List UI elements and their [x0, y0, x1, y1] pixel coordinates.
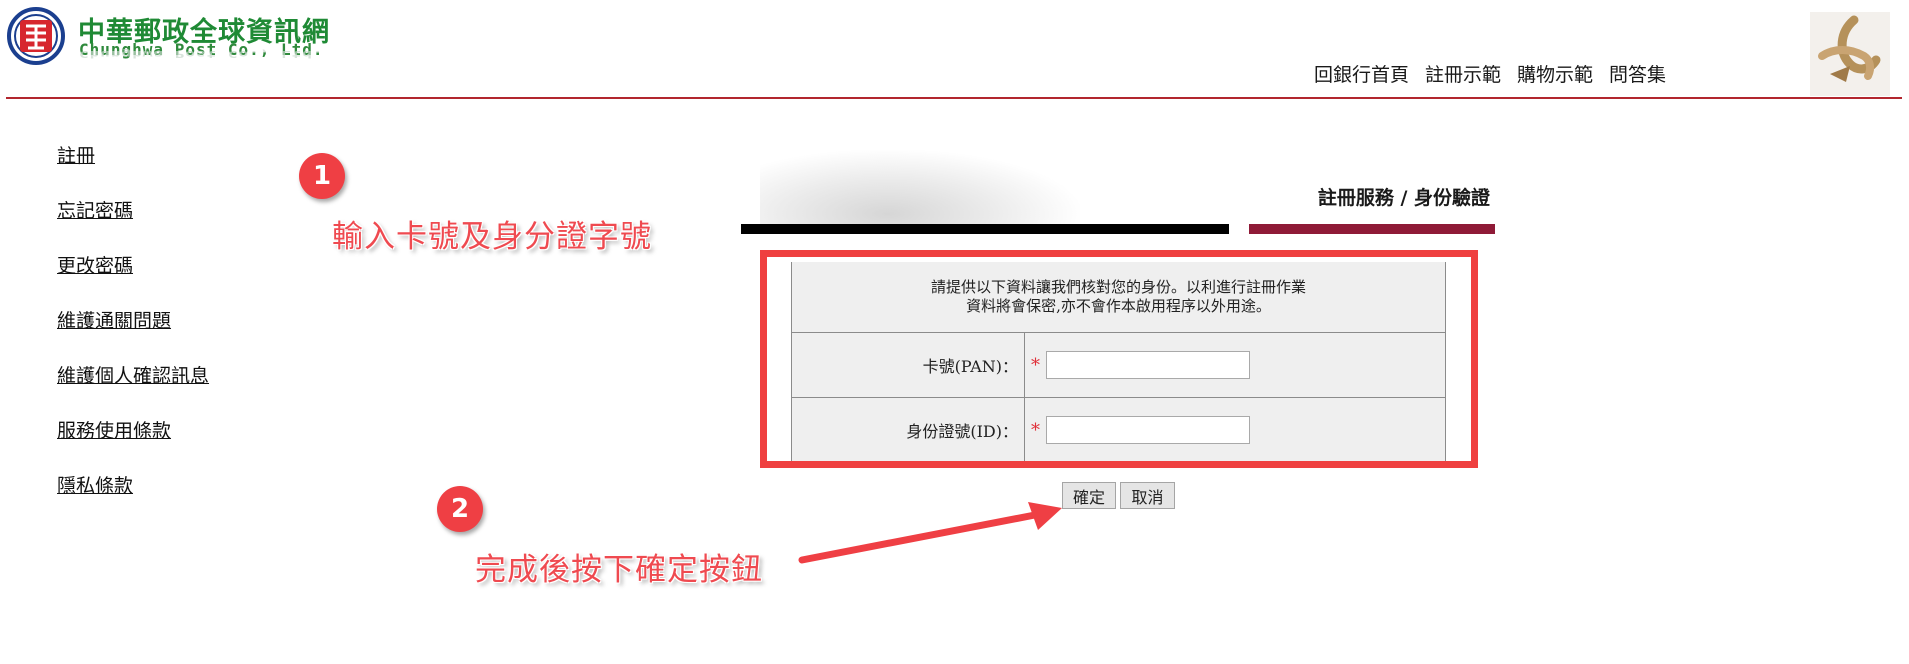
page-title: 註冊服務 / 身份驗證: [1317, 187, 1490, 209]
nav-faq[interactable]: 問答集: [1609, 60, 1666, 87]
sidebar-item-privacy-policy[interactable]: 隱私條款: [57, 471, 209, 526]
step-2-badge: 2: [437, 486, 483, 532]
step-2-instruction: 完成後按下確定按鈕: [475, 552, 763, 588]
title-bar-red: [1249, 224, 1495, 234]
top-navigation: 回銀行首頁 註冊示範 購物示範 問答集: [1314, 60, 1666, 87]
sidebar-item-personal-message[interactable]: 維護個人確認訊息: [57, 361, 209, 416]
pointer-arrow-icon: [798, 502, 1062, 564]
nav-register-demo[interactable]: 註冊示範: [1425, 60, 1501, 87]
step-1-instruction: 輸入卡號及身分證字號: [332, 219, 652, 255]
nav-bank-home[interactable]: 回銀行首頁: [1314, 60, 1409, 87]
form-highlight-box: [760, 250, 1478, 468]
sidebar-item-security-question[interactable]: 維護通關問題: [57, 306, 209, 361]
site-logo[interactable]: 中華郵政全球資訊網 Chunghwa Post Co., Ltd. Chungh…: [6, 4, 329, 78]
sidebar: 註冊 忘記密碼 更改密碼 維護通關問題 維護個人確認訊息 服務使用條款 隱私條款: [57, 141, 209, 526]
sidebar-item-forgot-password[interactable]: 忘記密碼: [57, 196, 209, 251]
globe-watermark: [760, 150, 1080, 230]
brand-swirl-icon: [1818, 15, 1881, 82]
step-1-badge: 1: [299, 153, 345, 199]
post-emblem-icon: [7, 7, 65, 65]
sidebar-item-change-password[interactable]: 更改密碼: [57, 251, 209, 306]
sidebar-item-terms-of-service[interactable]: 服務使用條款: [57, 416, 209, 471]
nav-shopping-demo[interactable]: 購物示範: [1517, 60, 1593, 87]
header-divider: [6, 97, 1902, 99]
title-bar-black: [741, 224, 1229, 234]
sidebar-item-register[interactable]: 註冊: [57, 141, 209, 196]
cancel-button[interactable]: 取消: [1120, 482, 1175, 509]
corner-brand-logo: [1810, 12, 1890, 96]
logo-english-reflection: Chunghwa Post Co., Ltd.: [79, 48, 324, 60]
